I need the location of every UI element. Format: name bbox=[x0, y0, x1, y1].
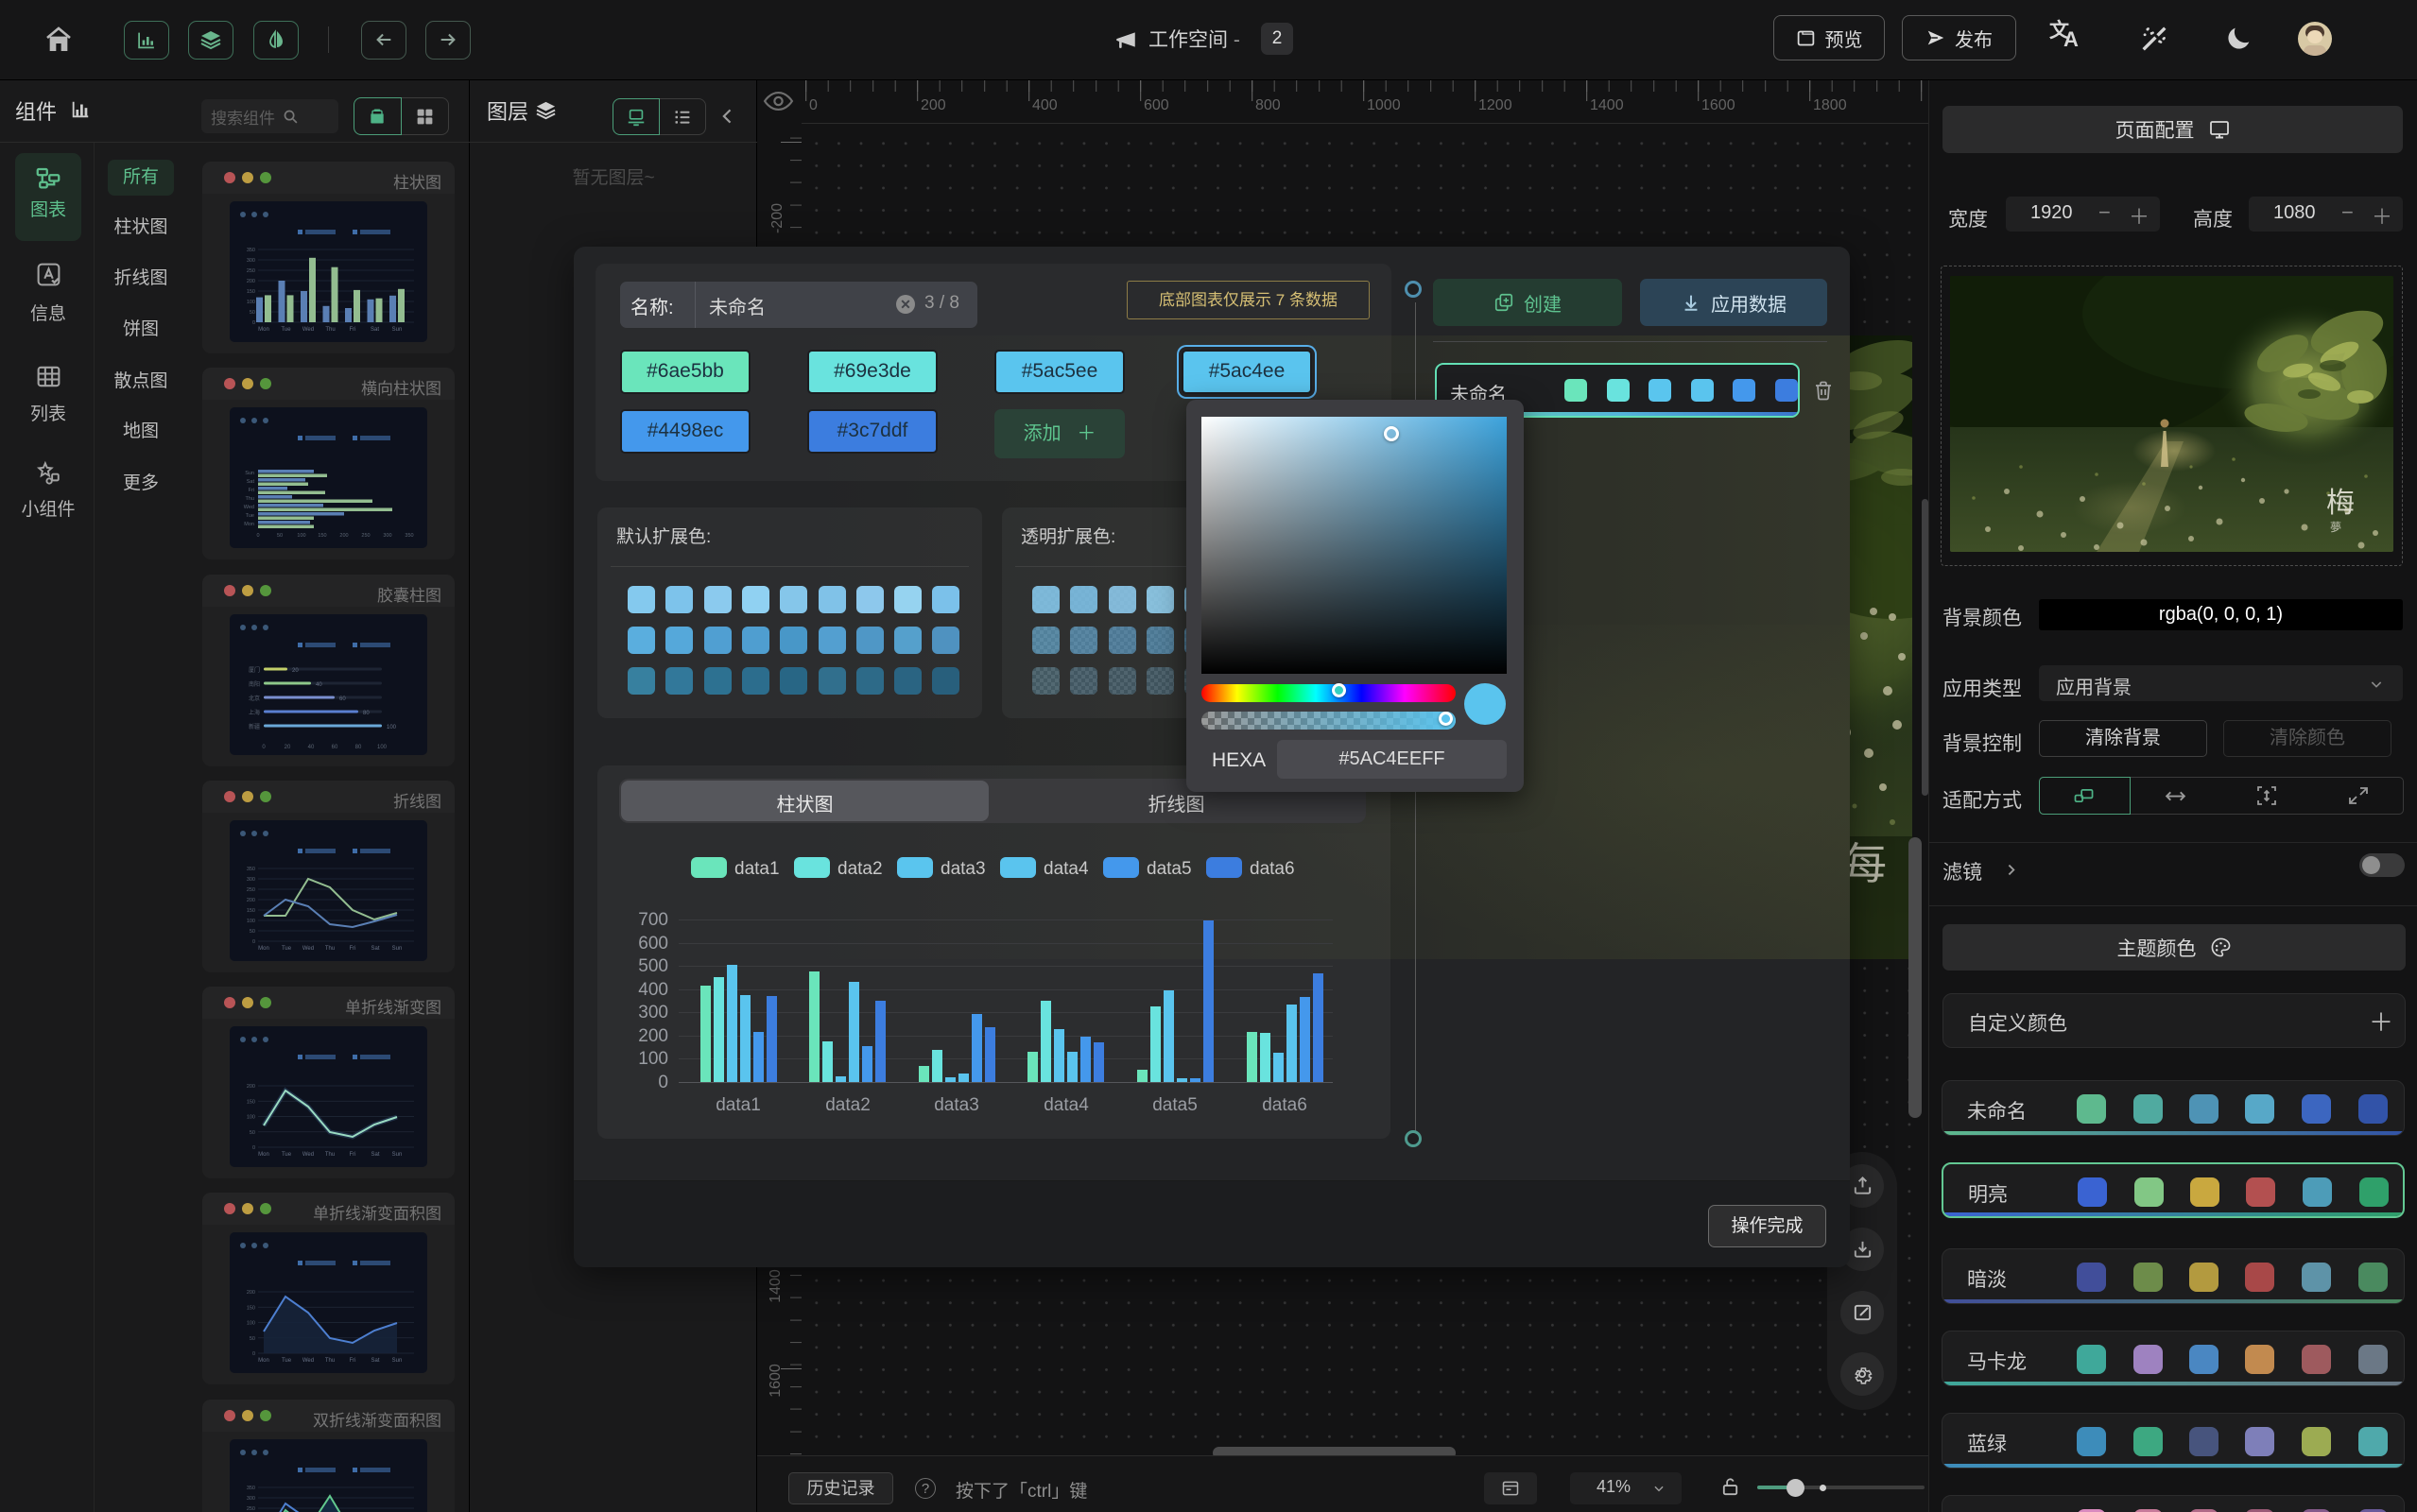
svg-text:Fri: Fri bbox=[350, 1358, 356, 1364]
svg-text:350: 350 bbox=[247, 1486, 255, 1491]
svg-text:50: 50 bbox=[277, 533, 283, 539]
svg-text:200: 200 bbox=[247, 898, 255, 903]
svg-text:40: 40 bbox=[316, 682, 322, 688]
svg-text:Mon: Mon bbox=[258, 1152, 269, 1158]
svg-text:200: 200 bbox=[247, 1084, 255, 1090]
svg-text:北京: 北京 bbox=[249, 695, 260, 702]
svg-text:Fri: Fri bbox=[350, 946, 356, 952]
svg-text:100: 100 bbox=[297, 533, 305, 539]
svg-text:Mon: Mon bbox=[244, 522, 254, 527]
svg-text:Tue: Tue bbox=[282, 946, 292, 952]
svg-text:Sat: Sat bbox=[247, 479, 255, 485]
svg-text:Sat: Sat bbox=[371, 946, 379, 952]
svg-text:Wed: Wed bbox=[302, 1358, 314, 1364]
svg-text:100: 100 bbox=[377, 745, 388, 750]
svg-text:Fri: Fri bbox=[249, 488, 254, 493]
svg-text:Sat: Sat bbox=[371, 1358, 379, 1364]
svg-text:50: 50 bbox=[250, 1336, 255, 1342]
svg-text:100: 100 bbox=[247, 300, 255, 305]
svg-text:50: 50 bbox=[250, 310, 255, 316]
svg-text:Tue: Tue bbox=[246, 513, 254, 519]
svg-text:Mon: Mon bbox=[258, 1358, 269, 1364]
svg-text:Mon: Mon bbox=[258, 946, 269, 952]
svg-text:250: 250 bbox=[247, 268, 255, 274]
svg-text:Sun: Sun bbox=[245, 471, 254, 476]
svg-text:50: 50 bbox=[250, 1130, 255, 1136]
svg-text:250: 250 bbox=[361, 533, 370, 539]
svg-text:250: 250 bbox=[247, 1506, 255, 1512]
svg-text:250: 250 bbox=[247, 887, 255, 893]
svg-text:Tue: Tue bbox=[281, 327, 291, 333]
svg-text:150: 150 bbox=[247, 1305, 255, 1311]
svg-text:Mon: Mon bbox=[258, 327, 269, 333]
svg-text:Sat: Sat bbox=[371, 1152, 379, 1158]
svg-text:100: 100 bbox=[247, 1321, 255, 1327]
svg-text:60: 60 bbox=[332, 745, 338, 750]
svg-text:350: 350 bbox=[405, 533, 413, 539]
svg-text:Fri: Fri bbox=[350, 1152, 356, 1158]
svg-text:150: 150 bbox=[247, 289, 255, 295]
svg-text:Tue: Tue bbox=[282, 1152, 292, 1158]
svg-text:Wed: Wed bbox=[302, 946, 314, 952]
svg-text:梅: 梅 bbox=[2326, 488, 2355, 519]
svg-text:50: 50 bbox=[250, 929, 255, 935]
svg-text:40: 40 bbox=[308, 745, 315, 750]
svg-text:0: 0 bbox=[252, 1145, 255, 1151]
svg-text:20: 20 bbox=[285, 745, 291, 750]
svg-text:Thu: Thu bbox=[246, 496, 254, 502]
svg-text:0: 0 bbox=[256, 533, 259, 539]
svg-text:Wed: Wed bbox=[244, 505, 254, 510]
svg-text:Thu: Thu bbox=[325, 327, 335, 333]
svg-text:200: 200 bbox=[247, 279, 255, 284]
svg-text:300: 300 bbox=[247, 1496, 255, 1502]
svg-text:Sun: Sun bbox=[392, 1358, 403, 1364]
svg-text:150: 150 bbox=[247, 1099, 255, 1105]
svg-text:Wed: Wed bbox=[302, 1152, 314, 1158]
svg-text:150: 150 bbox=[247, 908, 255, 914]
svg-text:Thu: Thu bbox=[325, 1358, 335, 1364]
svg-text:350: 350 bbox=[247, 867, 255, 872]
svg-text:100: 100 bbox=[387, 725, 397, 730]
svg-text:150: 150 bbox=[318, 533, 326, 539]
svg-text:Fri: Fri bbox=[350, 327, 356, 333]
svg-text:20: 20 bbox=[292, 668, 299, 674]
svg-text:300: 300 bbox=[247, 258, 255, 264]
svg-text:100: 100 bbox=[247, 919, 255, 924]
svg-text:0: 0 bbox=[252, 1351, 255, 1357]
svg-text:350: 350 bbox=[247, 248, 255, 253]
svg-text:上海: 上海 bbox=[249, 709, 260, 716]
svg-text:夢: 夢 bbox=[2330, 521, 2341, 534]
svg-text:Sat: Sat bbox=[371, 327, 379, 333]
svg-text:200: 200 bbox=[339, 533, 348, 539]
svg-text:200: 200 bbox=[247, 1290, 255, 1296]
svg-text:300: 300 bbox=[247, 877, 255, 883]
svg-text:0: 0 bbox=[262, 745, 266, 750]
svg-text:100: 100 bbox=[247, 1115, 255, 1121]
svg-text:Tue: Tue bbox=[282, 1358, 292, 1364]
svg-text:新疆: 新疆 bbox=[249, 723, 260, 730]
svg-text:300: 300 bbox=[383, 533, 391, 539]
svg-text:80: 80 bbox=[363, 711, 370, 716]
svg-text:60: 60 bbox=[339, 696, 346, 702]
svg-text:80: 80 bbox=[355, 745, 362, 750]
svg-text:Wed: Wed bbox=[302, 327, 314, 333]
svg-text:Sun: Sun bbox=[392, 946, 403, 952]
svg-text:Sun: Sun bbox=[392, 327, 403, 333]
svg-text:Sun: Sun bbox=[392, 1152, 403, 1158]
svg-text:0: 0 bbox=[252, 939, 255, 945]
svg-text:厦门: 厦门 bbox=[249, 666, 260, 674]
svg-text:南阳: 南阳 bbox=[249, 680, 260, 688]
svg-text:Thu: Thu bbox=[325, 946, 335, 952]
svg-text:0: 0 bbox=[252, 320, 255, 326]
svg-text:Thu: Thu bbox=[325, 1152, 335, 1158]
